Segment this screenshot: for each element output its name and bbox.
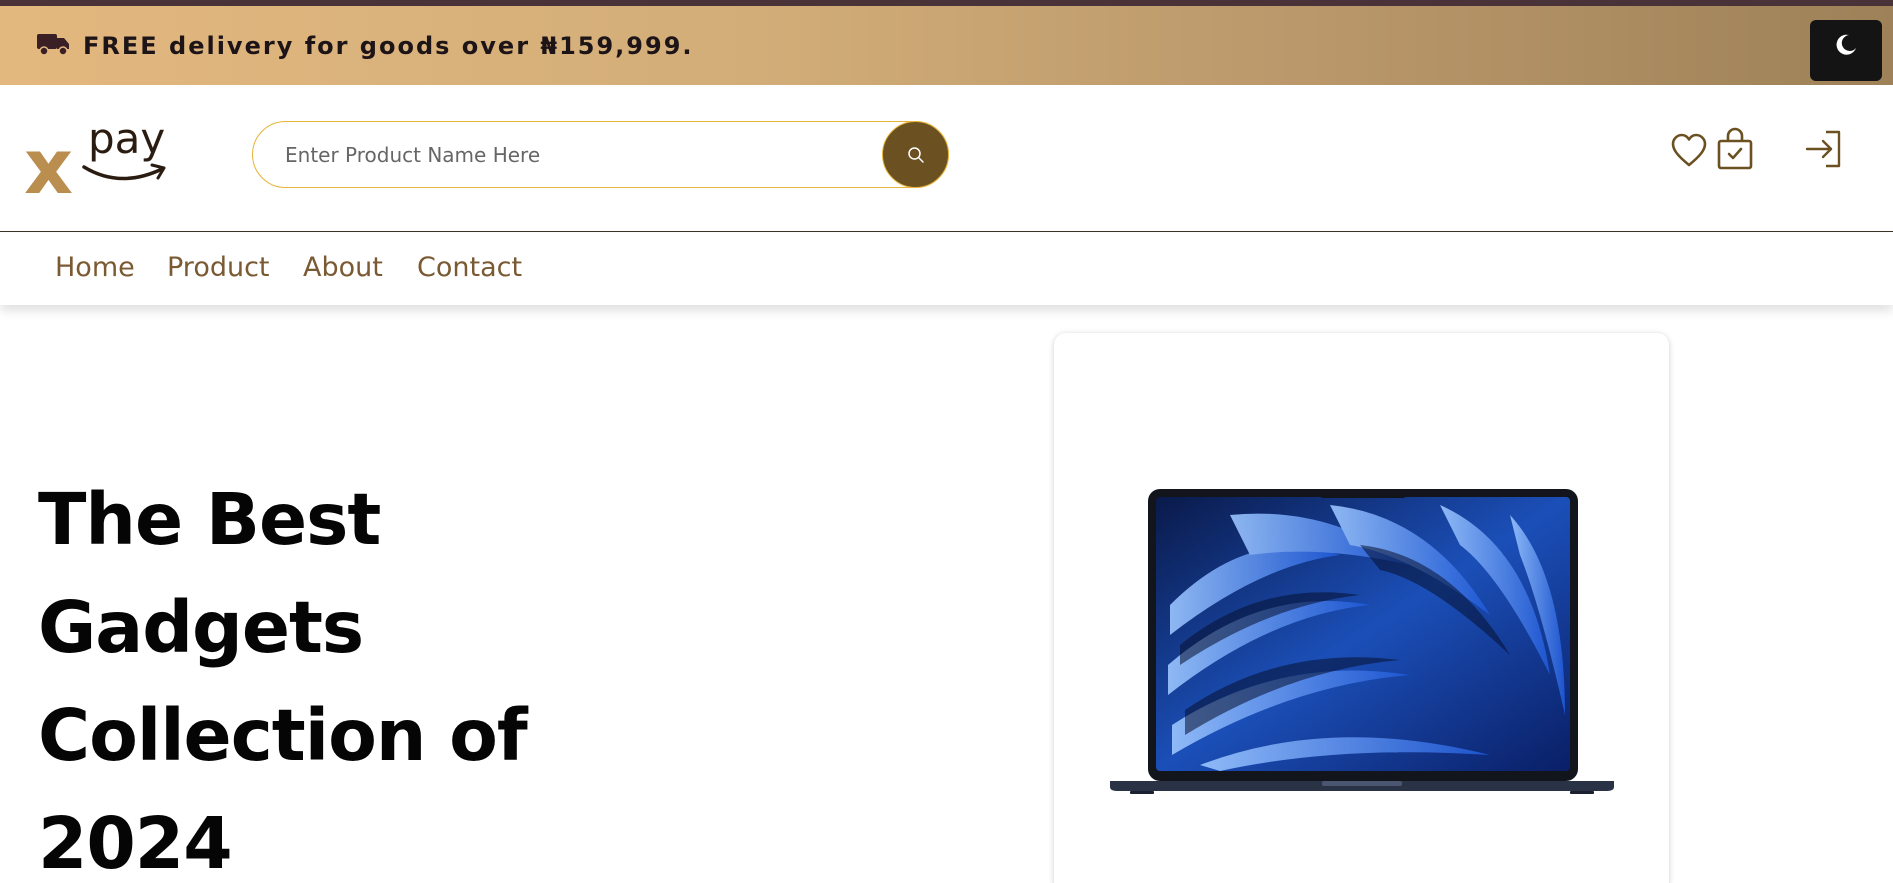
promo-bar: FREE delivery for goods over ₦159,999.: [0, 6, 1893, 85]
nav-item-home[interactable]: Home: [55, 251, 135, 285]
hero-title-line: Gadgets: [38, 586, 364, 669]
theme-toggle-button[interactable]: [1810, 20, 1882, 81]
logo-smile-arrow: [82, 163, 166, 181]
hero-title-line: The Best: [38, 478, 381, 561]
laptop-image: [1110, 489, 1614, 794]
search-bar: [252, 121, 949, 188]
heart-icon[interactable]: [1670, 132, 1708, 170]
logo-x: x: [24, 122, 74, 211]
truck-icon: [37, 34, 69, 56]
hero-title-line: Collection of: [38, 694, 528, 777]
search-icon: [908, 147, 924, 163]
nav-item-about[interactable]: About: [303, 251, 383, 285]
header: x pay: [0, 85, 1893, 232]
promo-text: FREE delivery for goods over ₦159,999.: [83, 32, 694, 60]
hero-title: The Best Gadgets Collection of 2024: [38, 466, 638, 883]
search-input[interactable]: [285, 140, 845, 170]
moon-icon: [1836, 34, 1856, 55]
nav-item-contact[interactable]: Contact: [417, 251, 522, 285]
search-button[interactable]: [882, 121, 949, 188]
login-icon[interactable]: [1804, 129, 1844, 169]
main-nav: Home Product About Contact: [0, 233, 1893, 305]
logo-pay: pay: [88, 114, 166, 163]
product-card[interactable]: [1054, 333, 1669, 883]
logo[interactable]: x pay: [24, 117, 174, 205]
hero-title-line: 2024: [38, 802, 233, 883]
shopping-bag-check-icon[interactable]: [1716, 127, 1754, 171]
nav-item-product[interactable]: Product: [167, 251, 270, 285]
